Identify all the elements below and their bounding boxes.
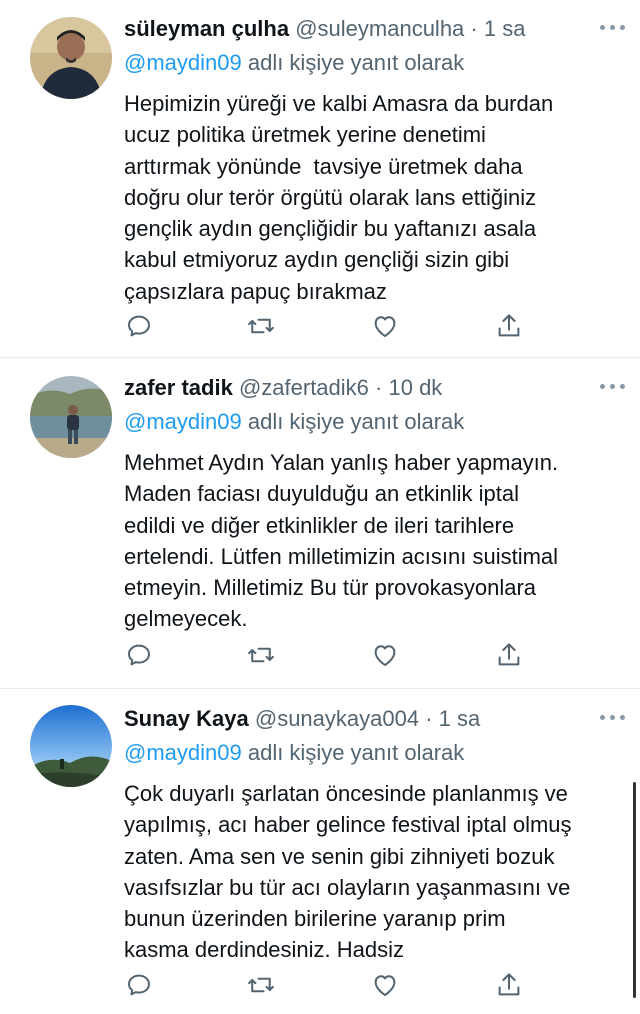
person-by-lake-avatar-icon: [30, 376, 112, 458]
reply-label: adlı kişiye yanıt olarak: [241, 740, 465, 765]
like-button[interactable]: [370, 970, 400, 1000]
reply-mention-link[interactable]: @maydin09: [124, 740, 242, 765]
author-handle[interactable]: @suleymanculha: [295, 16, 464, 41]
retweet-button[interactable]: [246, 640, 276, 670]
tweet-text: Hepimizin yüreği ve kalbi Amasra da burd…: [124, 91, 554, 304]
tweet-actions: [124, 311, 534, 341]
retweet-button[interactable]: [246, 311, 276, 341]
timestamp[interactable]: 1 sa: [484, 16, 526, 41]
reply-icon: [128, 644, 150, 666]
retweet-icon: [248, 977, 274, 993]
reply-button[interactable]: [124, 311, 154, 341]
reply-label: adlı kişiye yanıt olarak: [241, 50, 465, 75]
tweet-item[interactable]: zafer tadik @zafertadik6 · 10 dk @maydin…: [0, 359, 640, 689]
share-icon: [498, 973, 520, 996]
reply-label: adlı kişiye yanıt olarak: [241, 409, 465, 434]
author-handle[interactable]: @sunaykaya004: [255, 706, 419, 731]
timestamp[interactable]: 1 sa: [439, 706, 481, 731]
like-icon: [374, 975, 396, 996]
timestamp[interactable]: 10 dk: [388, 375, 442, 400]
like-icon: [374, 316, 396, 337]
share-button[interactable]: [494, 640, 524, 670]
more-options-icon[interactable]: [600, 22, 626, 32]
reply-mention-link[interactable]: @maydin09: [124, 409, 242, 434]
reply-context: @maydin09 adlı kişiye yanıt olarak: [124, 738, 464, 768]
tweet-text: Mehmet Aydın Yalan yanlış haber yapmayın…: [124, 450, 559, 632]
tweet-actions: [124, 970, 534, 1000]
avatar[interactable]: [30, 376, 112, 458]
scrollbar[interactable]: [633, 782, 636, 998]
like-button[interactable]: [370, 311, 400, 341]
share-icon: [498, 643, 520, 666]
tweet-header: zafer tadik @zafertadik6 · 10 dk: [124, 373, 442, 403]
tweet-item[interactable]: Sunay Kaya @sunaykaya004 · 1 sa @maydin0…: [0, 690, 640, 1014]
separator: ·: [470, 16, 478, 41]
like-button[interactable]: [370, 640, 400, 670]
author-name[interactable]: süleyman çulha: [124, 16, 289, 41]
tweet-header: süleyman çulha @suleymanculha · 1 sa: [124, 14, 525, 44]
author-name[interactable]: Sunay Kaya: [124, 706, 249, 731]
retweet-icon: [248, 318, 274, 334]
author-handle[interactable]: @zafertadik6: [239, 375, 369, 400]
person-dark-shirt-avatar-icon: [30, 17, 112, 99]
author-name[interactable]: zafer tadik: [124, 375, 233, 400]
landscape-sky-avatar-icon: [30, 705, 112, 787]
tweet-item[interactable]: süleyman çulha @suleymanculha · 1 sa @ma…: [0, 0, 640, 358]
separator: ·: [375, 375, 383, 400]
retweet-button[interactable]: [246, 970, 276, 1000]
reply-button[interactable]: [124, 640, 154, 670]
retweet-icon: [248, 647, 274, 663]
reply-mention-link[interactable]: @maydin09: [124, 50, 242, 75]
share-button[interactable]: [494, 311, 524, 341]
like-icon: [374, 645, 396, 666]
reply-icon: [128, 315, 150, 337]
tweet-actions: [124, 640, 534, 670]
avatar[interactable]: [30, 17, 112, 99]
share-icon: [498, 314, 520, 337]
tweet-header: Sunay Kaya @sunaykaya004 · 1 sa: [124, 704, 480, 734]
reply-icon: [128, 974, 150, 996]
separator: ·: [425, 706, 433, 731]
avatar[interactable]: [30, 705, 112, 787]
more-options-icon[interactable]: [600, 381, 626, 391]
more-options-icon[interactable]: [600, 712, 626, 722]
share-button[interactable]: [494, 970, 524, 1000]
reply-context: @maydin09 adlı kişiye yanıt olarak: [124, 48, 464, 78]
tweet-text: Çok duyarlı şarlatan öncesinde planlanmı…: [124, 781, 572, 963]
reply-context: @maydin09 adlı kişiye yanıt olarak: [124, 407, 464, 437]
reply-button[interactable]: [124, 970, 154, 1000]
